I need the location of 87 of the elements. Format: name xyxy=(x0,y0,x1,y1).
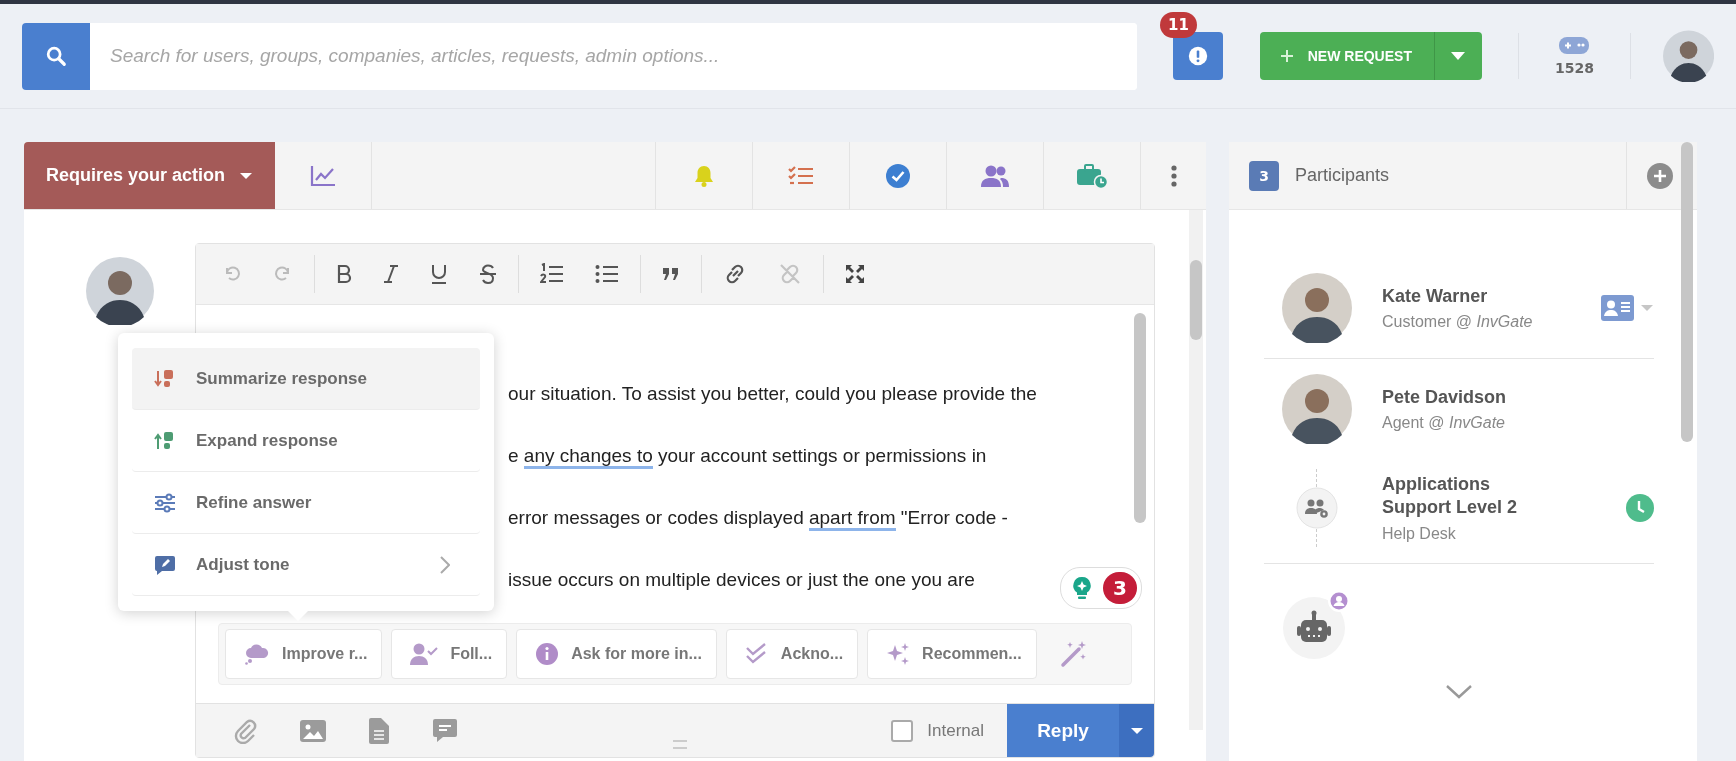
unlink-icon[interactable] xyxy=(778,263,802,285)
group-role: Help Desk xyxy=(1382,525,1457,543)
response-text: our situation. To assist you better, could you please provide the xyxy=(508,383,1037,406)
reply-options-button[interactable] xyxy=(1119,704,1154,757)
reply-button[interactable]: Reply xyxy=(1007,704,1119,757)
chart-icon[interactable] xyxy=(310,164,336,187)
menu-item[interactable]: Refine answer xyxy=(132,472,480,534)
italic-icon[interactable] xyxy=(383,264,399,284)
user-avatar[interactable] xyxy=(1662,30,1714,82)
quick-action-button[interactable]: Ackno... xyxy=(725,629,859,679)
users-icon[interactable] xyxy=(980,163,1010,188)
participant-name: Pete Davidson xyxy=(1382,386,1508,408)
image-icon[interactable] xyxy=(300,719,326,742)
participant-role: Customer @ InvGate xyxy=(1382,312,1534,331)
caret-icon xyxy=(1450,51,1467,61)
participant-name: Kate Warner xyxy=(1382,285,1489,307)
plus-icon xyxy=(1279,49,1294,63)
internal-checkbox[interactable] xyxy=(891,719,914,742)
internal-label: Internal xyxy=(927,720,984,741)
sliders-icon xyxy=(154,492,176,513)
document-icon[interactable] xyxy=(369,717,389,744)
magic-wand-icon[interactable] xyxy=(1059,640,1088,668)
caret-icon xyxy=(1129,726,1144,735)
resize-handle[interactable] xyxy=(673,740,687,749)
comment-icon[interactable] xyxy=(432,717,458,744)
ai-suggestions-badge[interactable]: 3 xyxy=(1060,567,1142,609)
scrollbar-thumb[interactable] xyxy=(1681,142,1693,442)
quote-icon[interactable] xyxy=(662,267,680,281)
briefcase-clock-icon[interactable] xyxy=(1076,162,1108,189)
scrollbar[interactable] xyxy=(1189,210,1203,730)
sort-down-icon xyxy=(154,368,176,389)
sort-up-icon xyxy=(154,430,176,451)
response-text: e any changes to your account settings or permissions in xyxy=(508,445,987,471)
chevron-right-icon xyxy=(440,555,450,574)
lightbulb-icon xyxy=(1071,576,1093,600)
search-button[interactable] xyxy=(22,22,90,90)
sparkles-icon xyxy=(886,642,911,666)
user-check-icon xyxy=(410,643,439,665)
menu-item[interactable]: Expand response xyxy=(132,410,480,472)
cloud-icon xyxy=(244,643,270,665)
alert-icon xyxy=(1187,45,1210,67)
gamepad-icon[interactable] xyxy=(1559,36,1590,54)
response-text: issue occurs on multiple devices or just the one you are xyxy=(508,569,975,592)
bold-icon[interactable] xyxy=(336,264,352,284)
group-settings-icon xyxy=(1296,487,1338,529)
new-request-button[interactable]: NEW REQUEST xyxy=(1259,32,1434,80)
caret-icon xyxy=(239,171,254,180)
underline-icon[interactable] xyxy=(430,264,448,284)
caret-icon[interactable] xyxy=(1640,304,1654,312)
menu-item[interactable]: Summarize response xyxy=(132,348,480,410)
participant-avatar xyxy=(1282,273,1352,343)
participant-role: Agent @ InvGate xyxy=(1382,413,1506,432)
scrollbar-thumb[interactable] xyxy=(1190,260,1202,340)
more-icon[interactable] xyxy=(1169,163,1178,188)
add-participant-icon[interactable] xyxy=(1647,162,1673,189)
participant-avatar xyxy=(1282,374,1352,444)
quick-action-button[interactable]: Improve r... xyxy=(225,629,383,679)
participants-count-badge: 3 xyxy=(1249,160,1279,191)
scrollbar-thumb[interactable] xyxy=(1134,313,1146,523)
user-avatar xyxy=(86,257,154,325)
quick-action-button[interactable]: Ask for more in... xyxy=(516,629,717,679)
strikethrough-icon[interactable] xyxy=(479,264,497,284)
panel-title: Participants xyxy=(1295,165,1390,186)
alerts-button[interactable] xyxy=(1173,32,1223,80)
chat-edit-icon xyxy=(154,554,176,575)
fullscreen-icon[interactable] xyxy=(845,264,865,284)
status-dropdown[interactable]: Requires your action xyxy=(24,142,275,209)
bell-icon[interactable] xyxy=(692,163,716,188)
points-count: 1528 xyxy=(1554,59,1594,76)
contact-card-icon[interactable] xyxy=(1601,295,1634,321)
quick-action-button[interactable]: Recommen... xyxy=(867,629,1037,679)
chevron-down-icon[interactable] xyxy=(1446,685,1472,699)
info-icon xyxy=(535,642,560,666)
group-name: Applications Support Level 2 xyxy=(1382,473,1519,519)
paperclip-icon[interactable] xyxy=(233,717,257,744)
numbered-list-icon[interactable] xyxy=(540,263,564,285)
search-field[interactable]: Search for users, groups, companies, articles, requests, admin options... xyxy=(22,22,1138,90)
response-text: error messages or codes displayed apart from "Error code - xyxy=(508,507,1008,533)
menu-item[interactable]: Adjust tone xyxy=(132,534,480,596)
alert-count-badge: 11 xyxy=(1160,12,1197,38)
bullet-list-icon[interactable] xyxy=(595,264,619,284)
clock-icon[interactable] xyxy=(1626,494,1654,522)
check-circle-icon[interactable] xyxy=(885,162,911,189)
quick-action-button[interactable]: Foll... xyxy=(391,629,508,679)
checklist-icon[interactable] xyxy=(788,164,814,187)
dropdown-button[interactable] xyxy=(1433,32,1482,80)
search-icon xyxy=(45,45,67,67)
